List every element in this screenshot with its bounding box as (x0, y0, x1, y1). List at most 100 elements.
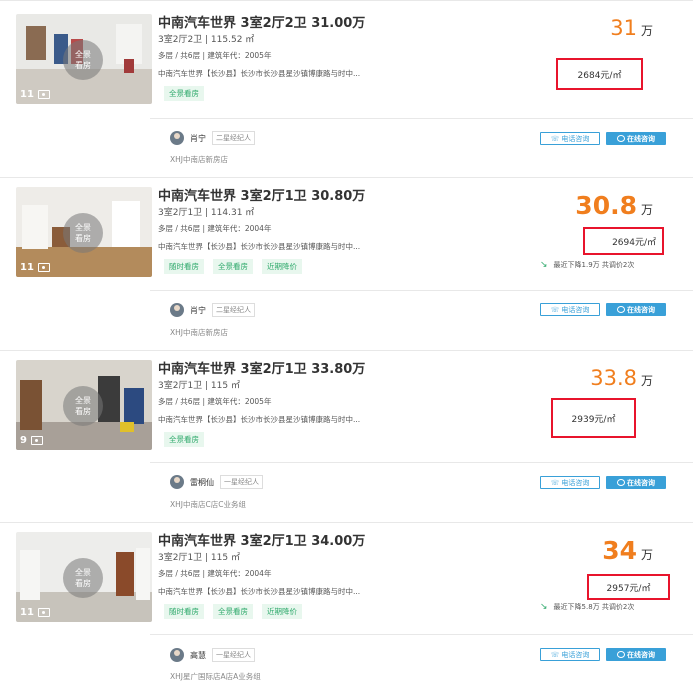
vr-badge-icon: 全景 看房 (63, 386, 103, 426)
phone-consult-button[interactable]: ☏ 电话咨询 (540, 303, 600, 316)
photo-count: 11 (20, 262, 50, 273)
listing-rooms-area: 3室2厅2卫 | 115.52 ㎡ (158, 35, 255, 45)
agent-store: XHJ中南店新房店 (170, 155, 228, 164)
listing-floor-year: 多层 / 共6层 | 建筑年代：2005年 (158, 51, 272, 60)
total-price: 31 万 (610, 16, 653, 40)
listing-page: 全景 看房 11 中南汽车世界 3室2厅2卫 31.00万 3室2厅2卫 | 11… (0, 0, 693, 694)
unit-price: 2684元/㎡ (556, 58, 643, 90)
listing-title[interactable]: 中南汽车世界 3室2厅1卫 34.00万 (158, 530, 365, 549)
listing-photo[interactable]: 全景 看房 11 (16, 187, 152, 277)
phone-icon: ☏ (550, 650, 560, 659)
unit-price: 2957元/㎡ (587, 574, 670, 600)
phone-icon: ☏ (550, 305, 560, 314)
listing-title[interactable]: 中南汽车世界 3室2厅1卫 30.80万 (158, 185, 365, 204)
chat-icon (617, 479, 625, 486)
listing-photo[interactable]: 全景 看房 11 (16, 14, 152, 104)
listing-title[interactable]: 中南汽车世界 3室2厅1卫 33.80万 (158, 358, 365, 377)
phone-icon: ☏ (550, 478, 560, 487)
chat-icon (617, 135, 625, 142)
listing-address: 中南汽车世界【长沙县】长沙市长沙县星沙镇博康路与时中... (158, 69, 361, 78)
listing-title[interactable]: 中南汽车世界 3室2厅2卫 31.00万 (158, 12, 365, 31)
listing-address: 中南汽车世界【长沙县】长沙市长沙县星沙镇博康路与时中... (158, 242, 361, 251)
agent-store: XHJ星广国际店A店A业务组 (170, 672, 261, 681)
listing-address: 中南汽车世界【长沙县】长沙市长沙县星沙镇博康路与时中... (158, 415, 361, 424)
divider (150, 634, 693, 635)
chat-icon (617, 651, 625, 658)
agent-level-badge: 一星经纪人 (212, 648, 255, 662)
tag-list: 全景看房 (164, 432, 204, 447)
agent-level-badge: 二星经纪人 (212, 303, 255, 317)
vr-badge-icon: 全景 看房 (63, 558, 103, 598)
listing-rooms-area: 3室2厅1卫 | 115 ㎡ (158, 553, 240, 563)
agent-name[interactable]: 肖宁 (190, 133, 206, 144)
agent-avatar (170, 131, 184, 145)
agent-avatar (170, 303, 184, 317)
vr-badge-icon: 全景 看房 (63, 213, 103, 253)
agent-level-badge: 二星经纪人 (212, 131, 255, 145)
divider (150, 118, 693, 119)
photo-count: 9 (20, 435, 43, 446)
agent-name[interactable]: 高慧 (190, 650, 206, 661)
price-down-arrow-icon: ↘ (540, 602, 548, 612)
online-consult-button[interactable]: 在线咨询 (606, 648, 666, 661)
tag: 随时看房 (164, 604, 204, 619)
listing-rooms-area: 3室2厅1卫 | 115 ㎡ (158, 381, 240, 391)
agent-store: XHJ中南店C店C业务组 (170, 500, 246, 509)
unit-price: 2694元/㎡ (583, 227, 664, 255)
divider (0, 522, 693, 523)
divider (150, 462, 693, 463)
tag: 近期降价 (262, 604, 302, 619)
price-cut-info: ↘ 最近下降5.8万 共调价2次 (540, 602, 635, 612)
total-price: 33.8 万 (590, 366, 653, 390)
agent-name[interactable]: 肖宁 (190, 305, 206, 316)
listing-floor-year: 多层 / 共6层 | 建筑年代：2004年 (158, 224, 272, 233)
chat-icon (617, 306, 625, 313)
divider (0, 177, 693, 178)
tag-list: 随时看房 全景看房 近期降价 (164, 604, 302, 619)
agent-info[interactable]: 肖宁 二星经纪人 (170, 303, 255, 317)
agent-avatar (170, 648, 184, 662)
listing-rooms-area: 3室2厅1卫 | 114.31 ㎡ (158, 208, 255, 218)
agent-info[interactable]: 雷桐仙 一星经纪人 (170, 475, 263, 489)
agent-name[interactable]: 雷桐仙 (190, 477, 214, 488)
phone-consult-button[interactable]: ☏ 电话咨询 (540, 476, 600, 489)
listing-photo[interactable]: 全景 看房 9 (16, 360, 152, 450)
price-cut-info: ↘ 最近下降1.9万 共调价2次 (540, 260, 635, 270)
photo-count: 11 (20, 89, 50, 100)
listing-card[interactable]: 全景 看房 11 中南汽车世界 3室2厅1卫 30.80万 3室2厅1卫 | 11… (0, 185, 693, 355)
agent-level-badge: 一星经纪人 (220, 475, 263, 489)
listing-card[interactable]: 全景 看房 11 中南汽车世界 3室2厅1卫 34.00万 3室2厅1卫 | 11… (0, 530, 693, 694)
photo-icon (37, 90, 50, 99)
listing-card[interactable]: 全景 看房 9 中南汽车世界 3室2厅1卫 33.80万 3室2厅1卫 | 115… (0, 358, 693, 518)
tag: 全景看房 (213, 259, 253, 274)
phone-consult-button[interactable]: ☏ 电话咨询 (540, 132, 600, 145)
listing-address: 中南汽车世界【长沙县】长沙市长沙县星沙镇博康路与时中... (158, 587, 361, 596)
listing-photo[interactable]: 全景 看房 11 (16, 532, 152, 622)
total-price: 30.8 万 (575, 191, 653, 220)
tag-list: 随时看房 全景看房 近期降价 (164, 259, 302, 274)
online-consult-button[interactable]: 在线咨询 (606, 476, 666, 489)
phone-icon: ☏ (550, 134, 560, 143)
phone-consult-button[interactable]: ☏ 电话咨询 (540, 648, 600, 661)
divider (0, 350, 693, 351)
agent-avatar (170, 475, 184, 489)
photo-icon (37, 263, 50, 272)
tag: 近期降价 (262, 259, 302, 274)
online-consult-button[interactable]: 在线咨询 (606, 132, 666, 145)
agent-store: XHJ中南店新房店 (170, 328, 228, 337)
vr-badge-icon: 全景 看房 (63, 40, 103, 80)
total-price: 34 万 (602, 536, 653, 565)
tag-list: 全景看房 (164, 86, 204, 101)
photo-icon (30, 436, 43, 445)
tag: 全景看房 (164, 86, 204, 101)
photo-count: 11 (20, 607, 50, 618)
tag: 全景看房 (213, 604, 253, 619)
unit-price: 2939元/㎡ (551, 398, 636, 438)
tag: 随时看房 (164, 259, 204, 274)
listing-floor-year: 多层 / 共6层 | 建筑年代：2005年 (158, 397, 272, 406)
agent-info[interactable]: 高慧 一星经纪人 (170, 648, 255, 662)
online-consult-button[interactable]: 在线咨询 (606, 303, 666, 316)
agent-info[interactable]: 肖宁 二星经纪人 (170, 131, 255, 145)
price-down-arrow-icon: ↘ (540, 260, 548, 270)
listing-card[interactable]: 全景 看房 11 中南汽车世界 3室2厅2卫 31.00万 3室2厅2卫 | 11… (0, 12, 693, 172)
